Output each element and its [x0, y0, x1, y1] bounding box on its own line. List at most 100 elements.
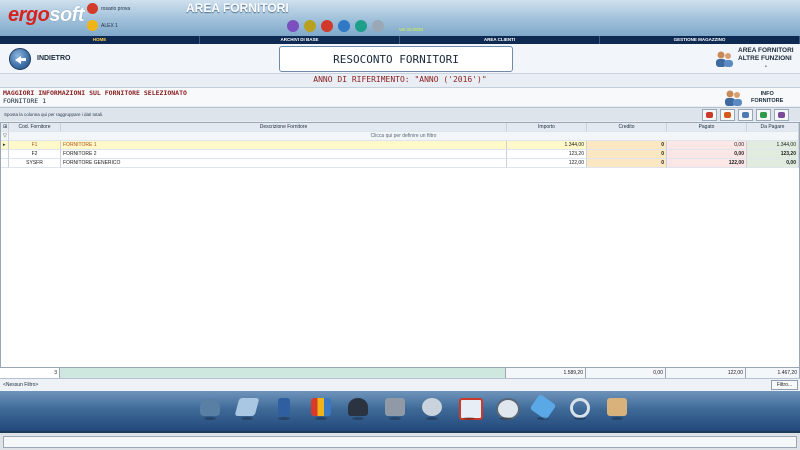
- people-icon: [716, 51, 733, 67]
- info-label-line-2: FORNITORE: [751, 97, 784, 104]
- user-name: ALEX 1: [101, 22, 118, 29]
- version-label: Ver.16.0030: [399, 27, 424, 32]
- selected-supplier: FORNITORE 1: [3, 97, 47, 105]
- filter-marker: ▽: [1, 132, 9, 141]
- nav-area-clienti[interactable]: AREA CLIENTI: [400, 36, 600, 44]
- logo-part-2: soft: [49, 4, 85, 26]
- price-tag-icon[interactable]: [529, 393, 557, 423]
- header-toolbar: [287, 20, 384, 32]
- total-count: 3: [0, 368, 60, 378]
- info-fornitore-label: INFO FORNITORE: [751, 91, 783, 105]
- cell-name: FORNITORE 2: [61, 150, 507, 159]
- status-bar: [0, 431, 800, 450]
- reference-year: ANNO DI RIFERIMENTO: "ANNO ('2016')": [313, 75, 487, 84]
- filter-button[interactable]: Filtro...: [771, 380, 798, 390]
- cell-name: FORNITORE GENERICO: [61, 159, 507, 168]
- col-importo[interactable]: Importo: [507, 123, 587, 132]
- total-pagato: 122,00: [666, 368, 746, 378]
- nav-archivi-di-base[interactable]: ARCHIVI DI BASE: [200, 36, 400, 44]
- grid-tools: [702, 109, 789, 121]
- calculator-icon[interactable]: [321, 20, 333, 32]
- col-descrizione[interactable]: Descrizione Fornitore: [61, 123, 507, 132]
- area-fornitori-menu[interactable]: AREA FORNITORI ALTRE FUNZIONI -: [713, 45, 799, 73]
- payment-card-icon[interactable]: [233, 393, 261, 423]
- status-field: [3, 436, 797, 448]
- secure-user-icon[interactable]: [344, 393, 372, 423]
- cell-code: F2: [9, 150, 61, 159]
- menu-line-1: AREA FORNITORI: [738, 47, 794, 54]
- cell-code: SYSFR: [9, 159, 61, 168]
- logout-icon[interactable]: [287, 20, 299, 32]
- menu-line-3: -: [764, 63, 767, 70]
- documents-icon[interactable]: [307, 393, 335, 423]
- excel-export-icon[interactable]: [738, 109, 753, 121]
- row-selector[interactable]: ▸: [1, 141, 9, 150]
- tools-box-icon[interactable]: [603, 393, 631, 423]
- info-icon[interactable]: [304, 20, 316, 32]
- filter-hint[interactable]: Clicca qui per definire un filtro: [9, 132, 799, 141]
- cell-credito: 0: [587, 141, 667, 150]
- company-info: rosario prova: [87, 3, 130, 14]
- supplier-info-heading: MAGGIORI INFORMAZIONI SUL FORNITORE SELE…: [3, 89, 187, 97]
- cell-credito: 0: [587, 159, 667, 168]
- cell-pagato: 0,00: [667, 150, 747, 159]
- logo-part-1: ergo: [8, 4, 50, 26]
- row-selector[interactable]: [1, 150, 9, 159]
- col-pagato[interactable]: Pagato: [667, 123, 747, 132]
- area-fornitori-menu-text: AREA FORNITORI ALTRE FUNZIONI -: [738, 47, 794, 71]
- settings-icon[interactable]: [774, 109, 789, 121]
- printer-icon[interactable]: [418, 393, 446, 423]
- table-row[interactable]: ▸ F1 FORNITORE 1 1.344,00 0 0,00 1.344,0…: [1, 141, 799, 150]
- info-label-line-1: INFO: [760, 90, 774, 97]
- print-icon[interactable]: [720, 109, 735, 121]
- home-icon: [87, 3, 98, 14]
- supplier-info-band: MAGGIORI INFORMAZIONI SUL FORNITORE SELE…: [0, 87, 800, 106]
- total-importo: 1.589,20: [506, 368, 586, 378]
- group-by-hint[interactable]: Sposta la colonna qui per raggruppare i …: [4, 112, 103, 117]
- support-agent-icon[interactable]: [196, 393, 224, 423]
- dock-icons: [196, 393, 631, 423]
- supplier-people-icon: [725, 90, 742, 106]
- back-button-label[interactable]: INDIETRO: [37, 55, 70, 62]
- col-cod-fornitore[interactable]: Cod. Fornitore: [9, 123, 61, 132]
- close-icon[interactable]: [372, 20, 384, 32]
- info-fornitore-button[interactable]: INFO FORNITORE: [722, 88, 800, 107]
- table-row[interactable]: F2 FORNITORE 2 123,20 0 0,00 123,20: [1, 150, 799, 159]
- cell-importo: 122,00: [507, 159, 587, 168]
- title-bar: INDIETRO RESOCONTO FORNITORI AREA FORNIT…: [0, 44, 800, 74]
- user-info: ALEX 1: [87, 20, 118, 31]
- page-title: RESOCONTO FORNITORI: [279, 46, 513, 72]
- pdf-export-icon[interactable]: [702, 109, 717, 121]
- table-row[interactable]: SYSFR FORNITORE GENERICO 122,00 0 122,00…: [1, 159, 799, 168]
- nav-gestione-magazzino[interactable]: GESTIONE MAGAZZINO: [600, 36, 800, 44]
- search-icon[interactable]: [566, 393, 594, 423]
- archive-binder-icon[interactable]: [270, 393, 298, 423]
- cell-code: F1: [9, 141, 61, 150]
- database-save-icon[interactable]: [381, 393, 409, 423]
- row-selector[interactable]: [1, 159, 9, 168]
- total-da-pagare: 1.467,20: [746, 368, 800, 378]
- grid-toolbar: Sposta la colonna qui per raggruppare i …: [0, 107, 800, 121]
- nav-home[interactable]: HOME: [0, 36, 200, 44]
- download-icon[interactable]: [355, 20, 367, 32]
- cell-da-pagare: 123,20: [747, 150, 799, 159]
- bottom-dock: [0, 391, 800, 431]
- area-title: AREA FORNITORI: [186, 1, 289, 15]
- clock-icon[interactable]: [492, 393, 520, 423]
- company-name: rosario prova: [101, 5, 131, 12]
- totals-row: 3 1.589,20 0,00 122,00 1.467,20: [0, 367, 800, 378]
- col-da-pagare[interactable]: Da Pagare: [747, 123, 799, 132]
- refresh-icon[interactable]: [756, 109, 771, 121]
- grid-header-row: ⊞ Cod. Fornitore Descrizione Fornitore I…: [1, 123, 799, 132]
- help-icon[interactable]: [338, 20, 350, 32]
- header-marker[interactable]: ⊞: [1, 123, 9, 132]
- ergosoft-logo[interactable]: ergosoft: [8, 4, 85, 27]
- back-arrow-icon[interactable]: [9, 48, 31, 70]
- filter-bar: <Nessun Filtro> Filtro...: [0, 378, 800, 391]
- calendar-icon[interactable]: [455, 393, 483, 423]
- cell-pagato: 0,00: [667, 141, 747, 150]
- filter-row[interactable]: ▽ Clicca qui per definire un filtro: [1, 132, 799, 141]
- app-header: ergosoft rosario prova ALEX 1 AREA FORNI…: [0, 0, 800, 36]
- cell-da-pagare: 0,00: [747, 159, 799, 168]
- col-credito[interactable]: Credito: [587, 123, 667, 132]
